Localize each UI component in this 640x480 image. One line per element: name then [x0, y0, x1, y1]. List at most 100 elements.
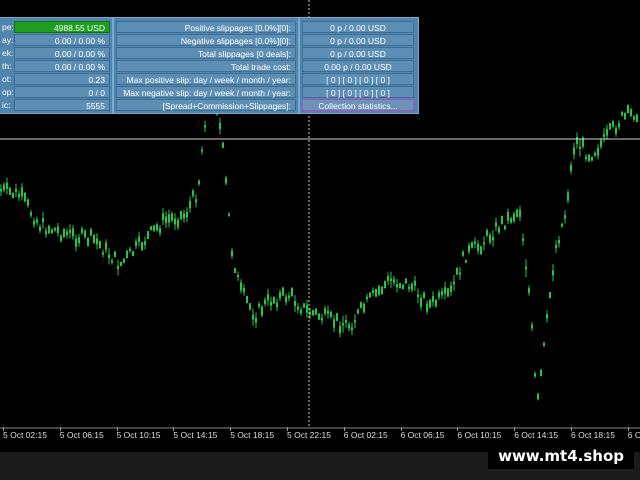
- candle-body: [474, 241, 476, 244]
- candle-body: [273, 296, 275, 304]
- candle-body: [132, 251, 134, 257]
- candle-body: [480, 246, 482, 255]
- candle-body: [468, 245, 470, 252]
- candle-body: [111, 260, 113, 263]
- candle-body: [258, 303, 260, 307]
- left-stat-row: ic: 5555: [0, 99, 112, 112]
- candle-body: [90, 229, 92, 236]
- candle-body: [366, 296, 368, 300]
- candle-body: [48, 225, 50, 234]
- time-axis-label: 5 Oct 18:15: [230, 430, 275, 440]
- candle-body: [153, 225, 155, 232]
- candle-body: [540, 369, 542, 377]
- candle-body: [507, 212, 509, 221]
- candle-body: [453, 281, 455, 285]
- candle-body: [195, 199, 197, 203]
- candle-body: [138, 236, 140, 242]
- candle-body: [33, 221, 35, 225]
- candle-body: [291, 287, 293, 297]
- candle-body: [558, 239, 560, 244]
- slippage-label-cell: Positive slippages [0.0%][0]:: [116, 21, 296, 33]
- candle-body: [381, 286, 383, 294]
- candle-body: [261, 306, 263, 316]
- candle-body: [477, 243, 479, 251]
- slippage-value: [ 0 ] [ 0 ] [ 0 ] [ 0 ]: [302, 73, 414, 85]
- candle-body: [459, 272, 461, 275]
- left-stat-cell: 5555: [14, 99, 110, 111]
- slippage-label-cell: Max negative slip: day / week / month / …: [116, 86, 296, 98]
- left-stat-value: 5555: [86, 101, 105, 111]
- candle-body: [45, 230, 47, 235]
- candle-body: [561, 223, 563, 227]
- candle-body: [447, 288, 449, 297]
- slippage-label: [Spread+Commission+Slippages]:: [162, 101, 291, 111]
- candle-body: [504, 225, 506, 230]
- slippage-value-row: [ 0 ] [ 0 ] [ 0 ] [ 0 ]: [300, 86, 418, 99]
- candle-body: [387, 276, 389, 282]
- slippage-label-row: Positive slippages [0.0%][0]:: [114, 21, 298, 34]
- collection-statistics-button[interactable]: Collection statistics...: [302, 99, 414, 111]
- candle-body: [81, 228, 83, 233]
- time-axis-tick: [514, 427, 516, 431]
- candle-body: [300, 309, 302, 314]
- candle-body: [543, 342, 545, 346]
- candle-body: [552, 270, 554, 276]
- slippage-label-row: Negative slippages [0.0%][0]:: [114, 34, 298, 47]
- candle-body: [57, 226, 59, 233]
- candle-body: [621, 112, 623, 116]
- candle-body: [486, 230, 488, 236]
- candle-body: [171, 213, 173, 221]
- left-stat-cell: 0.23: [14, 73, 110, 85]
- candle-body: [21, 187, 23, 197]
- candle-body: [516, 209, 518, 217]
- candle-body: [225, 177, 227, 184]
- time-axis-tick: [457, 427, 459, 431]
- candle-body: [255, 317, 257, 323]
- candle-body: [579, 146, 581, 149]
- candle-body: [372, 290, 374, 293]
- candle-body: [612, 121, 614, 127]
- candle-body: [528, 288, 530, 293]
- slippage-label-cell: Negative slippages [0.0%][0]:: [116, 34, 296, 46]
- candle-body: [357, 309, 359, 314]
- candle-body: [411, 284, 413, 290]
- candle-body: [522, 238, 524, 241]
- left-stat-row: pe: 4988.55 USD: [0, 21, 112, 34]
- candle-body: [555, 245, 557, 248]
- candle-body: [189, 201, 191, 209]
- candle-body: [534, 373, 536, 377]
- candle-body: [192, 190, 194, 196]
- slippage-label-row: Max negative slip: day / week / month / …: [114, 86, 298, 99]
- candle-body: [396, 284, 398, 288]
- candle-body: [285, 296, 287, 303]
- candle-body: [87, 237, 89, 247]
- candle-body: [234, 268, 236, 273]
- slippage-value: 0 p / 0.00 USD: [302, 34, 414, 46]
- candle-body: [174, 218, 176, 225]
- candle-body: [282, 287, 284, 296]
- candle-body: [375, 288, 377, 297]
- slippage-value-row: 0 p / 0.00 USD: [300, 34, 418, 47]
- candle-body: [141, 242, 143, 251]
- left-stat-row: op: 0 / 0: [0, 86, 112, 99]
- slippage-label-row: Total slippages [0 deals]:: [114, 47, 298, 60]
- candle-body: [405, 278, 407, 284]
- time-axis-label: 5 Oct 06:15: [59, 430, 104, 440]
- stats-panel-left: pe: 4988.55 USD ay: 0.00 / 0.00 % ek: 0.00 / …: [0, 17, 113, 114]
- time-axis-tick: [343, 427, 345, 431]
- candle-body: [456, 267, 458, 275]
- time-axis-label: 6 Oct 14:15: [514, 430, 559, 440]
- slippage-label-cell: Total trade cost:: [116, 60, 296, 72]
- time-axis-tick: [287, 427, 288, 431]
- candle-body: [60, 235, 62, 241]
- candle-body: [231, 250, 233, 257]
- time-axis-tick: [116, 427, 118, 431]
- candle-body: [384, 280, 386, 289]
- candle-body: [594, 152, 596, 156]
- candle-body: [222, 142, 224, 148]
- candle-body: [327, 310, 329, 314]
- candle-body: [264, 299, 266, 304]
- candle-body: [315, 308, 317, 315]
- slippage-label-row: Total trade cost:: [114, 60, 298, 73]
- candle-body: [18, 194, 20, 198]
